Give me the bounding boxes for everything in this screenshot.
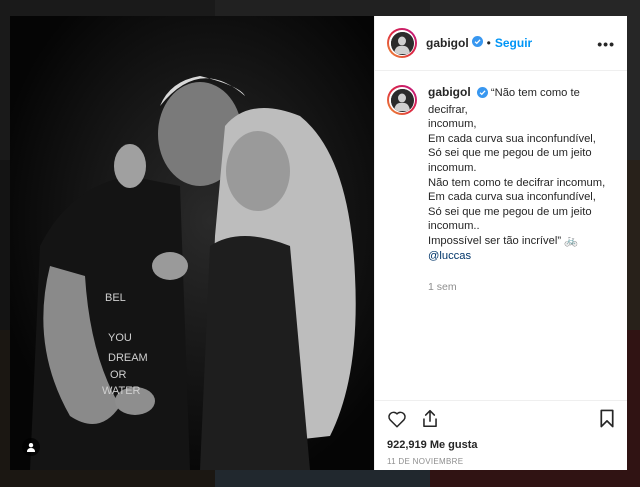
post-time[interactable]: 1 sem [428,280,615,295]
caption-text: gabigol “Não tem como te decifrar, incom… [428,85,615,295]
post-modal: BEL YOU DREAM OR WATER gabigol • Seguir … [10,16,627,470]
post-actions: 922,919 Me gusta 11 DE NOVIEMBRE [375,400,627,470]
caption-avatar[interactable] [387,85,417,115]
caption-line: incomum.. [428,220,480,233]
caption-verified-badge-icon [476,87,488,103]
more-options-icon[interactable]: ••• [597,36,615,52]
caption-line: Só sei que me pegou de um jeito [428,147,592,160]
user-tag-icon[interactable] [22,438,40,456]
likes-count[interactable]: 922,919 Me gusta [387,439,615,451]
svg-text:WATER: WATER [102,385,141,397]
username[interactable]: gabigol [426,36,469,50]
caption-line: Em cada curva sua inconfundível, [428,191,596,204]
post-date: 11 DE NOVIEMBRE [387,457,464,466]
caption-line: Impossível ser tão incrível” 🚲 [428,234,579,247]
svg-text:DREAM: DREAM [108,352,148,364]
separator-dot: • [486,36,491,50]
caption-line: Não tem como te decifrar incomum, [428,176,606,189]
avatar[interactable] [387,28,417,58]
caption-username[interactable]: gabigol [428,85,471,99]
heart-icon[interactable] [387,410,407,433]
mention-link[interactable]: @luccas [428,249,615,264]
caption-block: gabigol “Não tem como te decifrar, incom… [375,71,627,295]
bookmark-icon[interactable] [599,409,615,433]
svg-text:YOU: YOU [108,332,132,344]
post-photo[interactable]: BEL YOU DREAM OR WATER [10,16,374,470]
caption-line: Só sei que me pegou de um jeito [428,205,592,218]
verified-badge-icon [471,34,483,52]
caption-line: incomum, [428,118,477,131]
follow-button[interactable]: Seguir [495,36,532,50]
caption-line: incomum. [428,161,477,174]
caption-line: Em cada curva sua inconfundível, [428,132,596,145]
share-icon[interactable] [421,409,439,433]
svg-text:OR: OR [110,369,127,381]
svg-text:BEL: BEL [105,292,126,304]
post-header: gabigol • Seguir ••• [375,16,627,71]
post-sidebar: gabigol • Seguir ••• gabigol “Não tem co… [374,16,627,470]
couple-photo-illustration: BEL YOU DREAM OR WATER [10,16,374,470]
